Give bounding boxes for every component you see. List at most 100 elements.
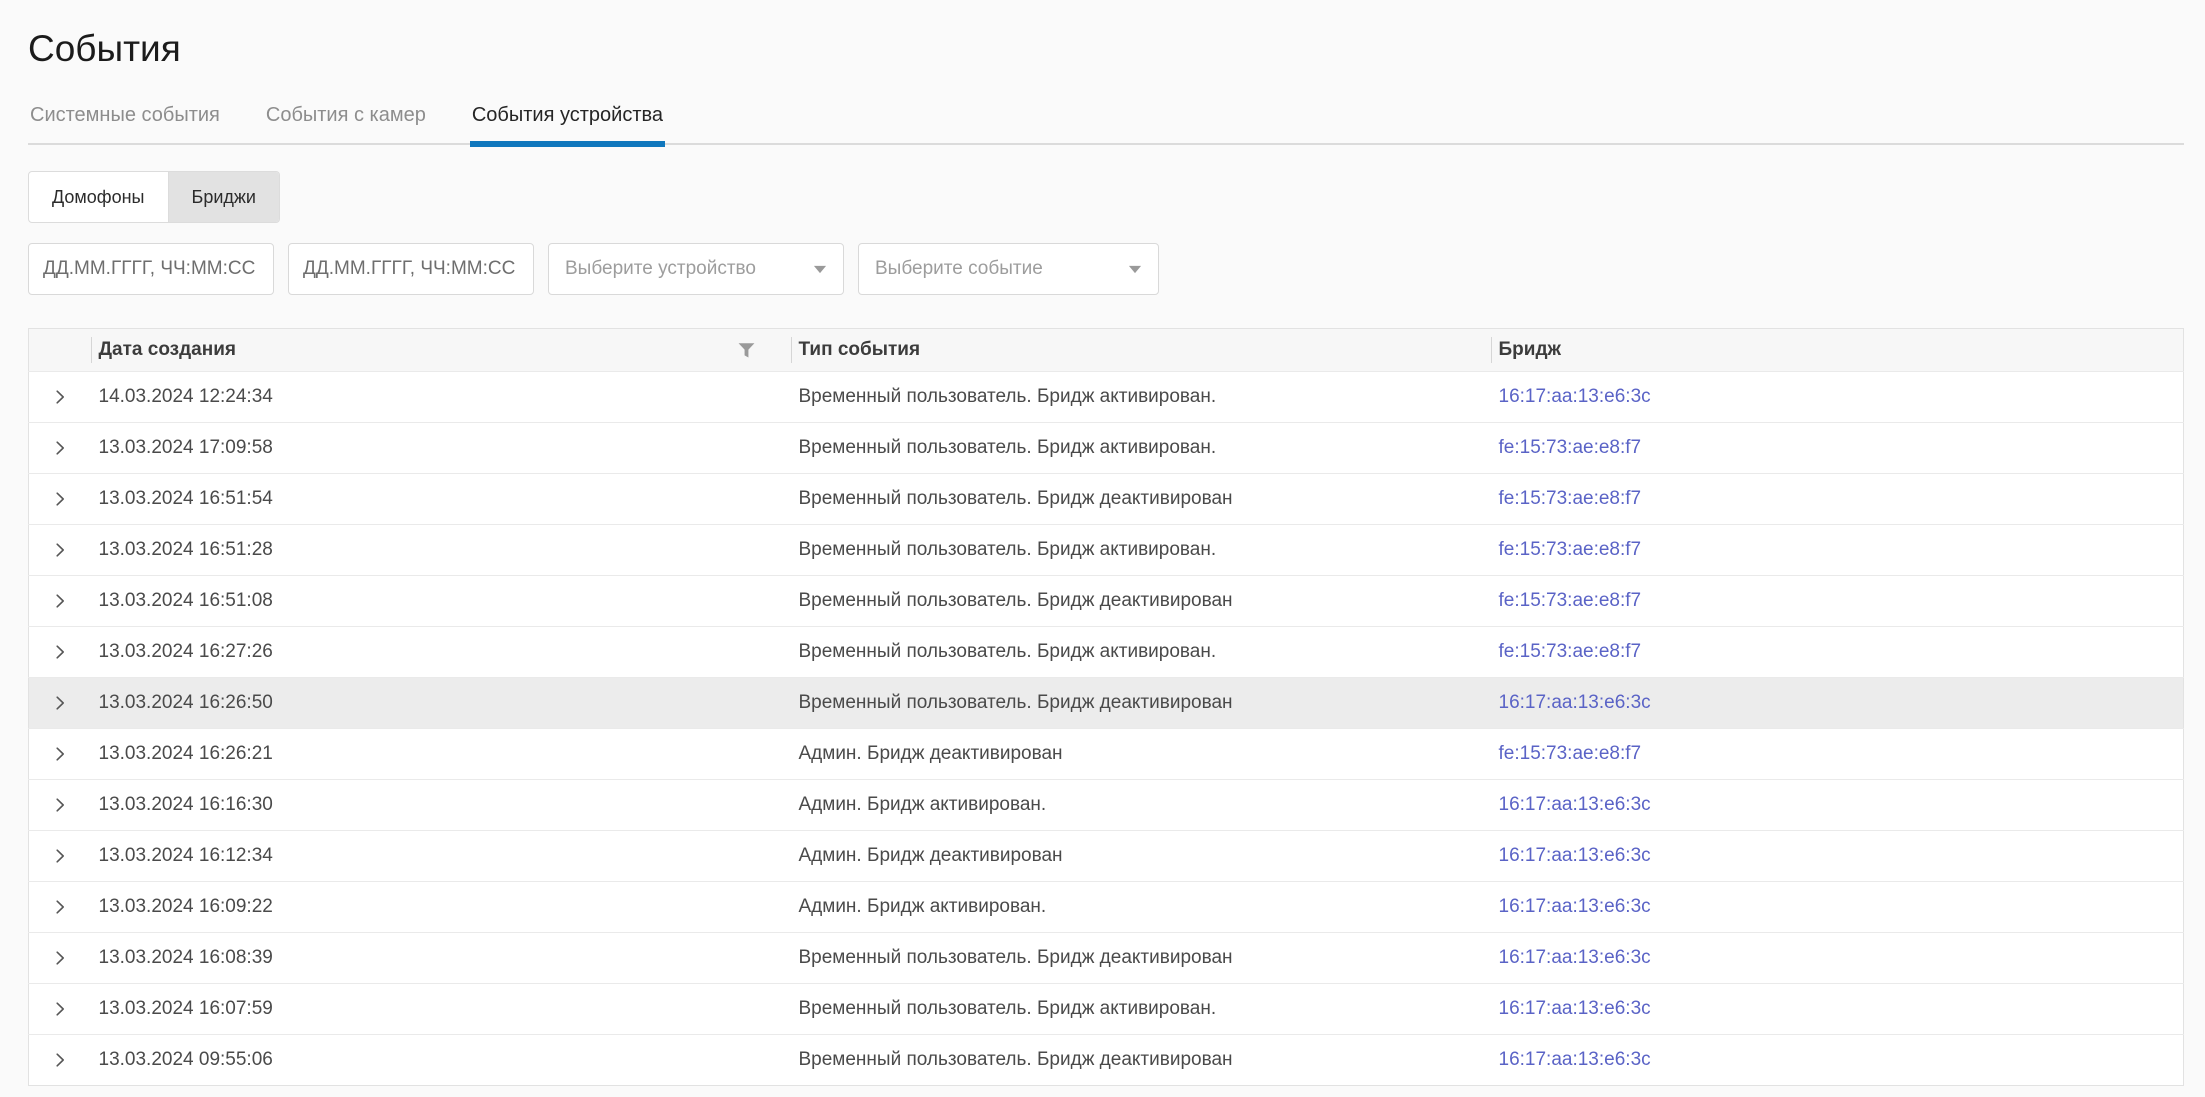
tab-camera-events[interactable]: События с камер (264, 98, 428, 143)
toggle-intercoms-button[interactable]: Домофоны (29, 172, 168, 222)
table-header-row: Дата создания Тип события Бридж (29, 329, 2184, 372)
date-cell: 14.03.2024 12:24:34 (91, 372, 791, 423)
bridge-link[interactable]: 16:17:aa:13:e6:3c (1499, 1049, 1651, 1070)
bridge-cell: fe:15:73:ae:e8:f7 (1491, 525, 2184, 576)
event-type-cell: Админ. Бридж активирован. (791, 882, 1491, 933)
expander-cell (29, 678, 91, 729)
chevron-right-icon[interactable] (52, 644, 68, 660)
expander-cell (29, 423, 91, 474)
bridge-link[interactable]: fe:15:73:ae:e8:f7 (1499, 590, 1642, 611)
bridge-link[interactable]: 16:17:aa:13:e6:3c (1499, 386, 1651, 407)
table-row[interactable]: 13.03.2024 16:51:28Временный пользовател… (29, 525, 2184, 576)
table-row[interactable]: 13.03.2024 16:51:54Временный пользовател… (29, 474, 2184, 525)
device-type-toggle: Домофоны Бриджи (28, 171, 280, 223)
bridge-link[interactable]: 16:17:aa:13:e6:3c (1499, 794, 1651, 815)
bridge-cell: 16:17:aa:13:e6:3c (1491, 780, 2184, 831)
bridge-link[interactable]: 16:17:aa:13:e6:3c (1499, 947, 1651, 968)
event-select-placeholder: Выберите событие (875, 258, 1043, 280)
chevron-right-icon[interactable] (52, 542, 68, 558)
device-select[interactable]: Выберите устройство (548, 243, 844, 295)
chevron-right-icon[interactable] (52, 848, 68, 864)
event-type-cell: Временный пользователь. Бридж деактивиро… (791, 1035, 1491, 1086)
bridge-link[interactable]: 16:17:aa:13:e6:3c (1499, 692, 1651, 713)
expander-header (29, 329, 91, 372)
device-select-placeholder: Выберите устройство (565, 258, 756, 280)
chevron-right-icon[interactable] (52, 950, 68, 966)
bridge-cell: 16:17:aa:13:e6:3c (1491, 1035, 2184, 1086)
bridge-cell: 16:17:aa:13:e6:3c (1491, 678, 2184, 729)
table-row[interactable]: 14.03.2024 12:24:34Временный пользовател… (29, 372, 2184, 423)
expander-cell (29, 882, 91, 933)
date-cell: 13.03.2024 16:27:26 (91, 627, 791, 678)
bridge-link[interactable]: fe:15:73:ae:e8:f7 (1499, 539, 1642, 560)
table-row[interactable]: 13.03.2024 17:09:58Временный пользовател… (29, 423, 2184, 474)
table-row[interactable]: 13.03.2024 16:26:50Временный пользовател… (29, 678, 2184, 729)
table-row[interactable]: 13.03.2024 09:55:06Временный пользовател… (29, 1035, 2184, 1086)
bridge-link[interactable]: fe:15:73:ae:e8:f7 (1499, 743, 1642, 764)
chevron-right-icon[interactable] (52, 1001, 68, 1017)
event-type-cell: Временный пользователь. Бридж активирова… (791, 525, 1491, 576)
chevron-right-icon[interactable] (52, 491, 68, 507)
chevron-right-icon[interactable] (52, 797, 68, 813)
chevron-right-icon[interactable] (52, 746, 68, 762)
table-row[interactable]: 13.03.2024 16:12:34Админ. Бридж деактиви… (29, 831, 2184, 882)
chevron-right-icon[interactable] (52, 1052, 68, 1068)
expander-cell (29, 627, 91, 678)
chevron-right-icon[interactable] (52, 593, 68, 609)
bridge-link[interactable]: fe:15:73:ae:e8:f7 (1499, 437, 1642, 458)
events-table-container: Дата создания Тип события Бридж 14.03.20… (28, 328, 2184, 1086)
bridge-cell: fe:15:73:ae:e8:f7 (1491, 729, 2184, 780)
date-from-input[interactable] (28, 243, 274, 295)
date-to-input[interactable] (288, 243, 534, 295)
chevron-right-icon[interactable] (52, 440, 68, 456)
bridge-link[interactable]: fe:15:73:ae:e8:f7 (1499, 641, 1642, 662)
table-row[interactable]: 13.03.2024 16:51:08Временный пользовател… (29, 576, 2184, 627)
bridge-cell: fe:15:73:ae:e8:f7 (1491, 423, 2184, 474)
expander-cell (29, 372, 91, 423)
tab-bar: Системные события События с камер Событи… (28, 98, 2184, 145)
caret-down-icon (1128, 265, 1142, 274)
date-cell: 13.03.2024 16:08:39 (91, 933, 791, 984)
column-header-type-label: Тип события (799, 339, 921, 360)
table-row[interactable]: 13.03.2024 16:07:59Временный пользовател… (29, 984, 2184, 1035)
expander-cell (29, 933, 91, 984)
column-header-date: Дата создания (91, 329, 791, 372)
bridge-cell: 16:17:aa:13:e6:3c (1491, 831, 2184, 882)
table-row[interactable]: 13.03.2024 16:08:39Временный пользовател… (29, 933, 2184, 984)
event-select[interactable]: Выберите событие (858, 243, 1159, 295)
bridge-link[interactable]: fe:15:73:ae:e8:f7 (1499, 488, 1642, 509)
event-type-cell: Временный пользователь. Бридж деактивиро… (791, 678, 1491, 729)
events-table-body: 14.03.2024 12:24:34Временный пользовател… (29, 372, 2184, 1086)
bridge-cell: fe:15:73:ae:e8:f7 (1491, 474, 2184, 525)
event-type-cell: Админ. Бридж деактивирован (791, 831, 1491, 882)
event-type-cell: Временный пользователь. Бридж активирова… (791, 984, 1491, 1035)
table-row[interactable]: 13.03.2024 16:16:30Админ. Бридж активиро… (29, 780, 2184, 831)
caret-down-icon (813, 265, 827, 274)
column-header-date-label: Дата создания (99, 339, 237, 360)
event-type-cell: Временный пользователь. Бридж активирова… (791, 423, 1491, 474)
bridge-link[interactable]: 16:17:aa:13:e6:3c (1499, 896, 1651, 917)
tab-system-events[interactable]: Системные события (28, 98, 222, 143)
table-row[interactable]: 13.03.2024 16:26:21Админ. Бридж деактиви… (29, 729, 2184, 780)
bridge-link[interactable]: 16:17:aa:13:e6:3c (1499, 845, 1651, 866)
date-cell: 13.03.2024 16:51:54 (91, 474, 791, 525)
date-cell: 13.03.2024 16:16:30 (91, 780, 791, 831)
toggle-bridges-button[interactable]: Бриджи (168, 172, 279, 222)
chevron-right-icon[interactable] (52, 389, 68, 405)
bridge-cell: fe:15:73:ae:e8:f7 (1491, 627, 2184, 678)
date-cell: 13.03.2024 16:09:22 (91, 882, 791, 933)
bridge-link[interactable]: 16:17:aa:13:e6:3c (1499, 998, 1651, 1019)
column-header-bridge-label: Бридж (1499, 339, 1561, 360)
tab-device-events[interactable]: События устройства (470, 98, 665, 143)
expander-cell (29, 525, 91, 576)
column-header-type: Тип события (791, 329, 1491, 372)
filter-funnel-icon[interactable] (738, 343, 755, 359)
chevron-right-icon[interactable] (52, 899, 68, 915)
table-row[interactable]: 13.03.2024 16:27:26Временный пользовател… (29, 627, 2184, 678)
event-type-cell: Временный пользователь. Бридж деактивиро… (791, 933, 1491, 984)
date-cell: 13.03.2024 09:55:06 (91, 1035, 791, 1086)
filter-row: Выберите устройство Выберите событие (28, 243, 2184, 295)
table-row[interactable]: 13.03.2024 16:09:22Админ. Бридж активиро… (29, 882, 2184, 933)
bridge-cell: 16:17:aa:13:e6:3c (1491, 933, 2184, 984)
chevron-right-icon[interactable] (52, 695, 68, 711)
